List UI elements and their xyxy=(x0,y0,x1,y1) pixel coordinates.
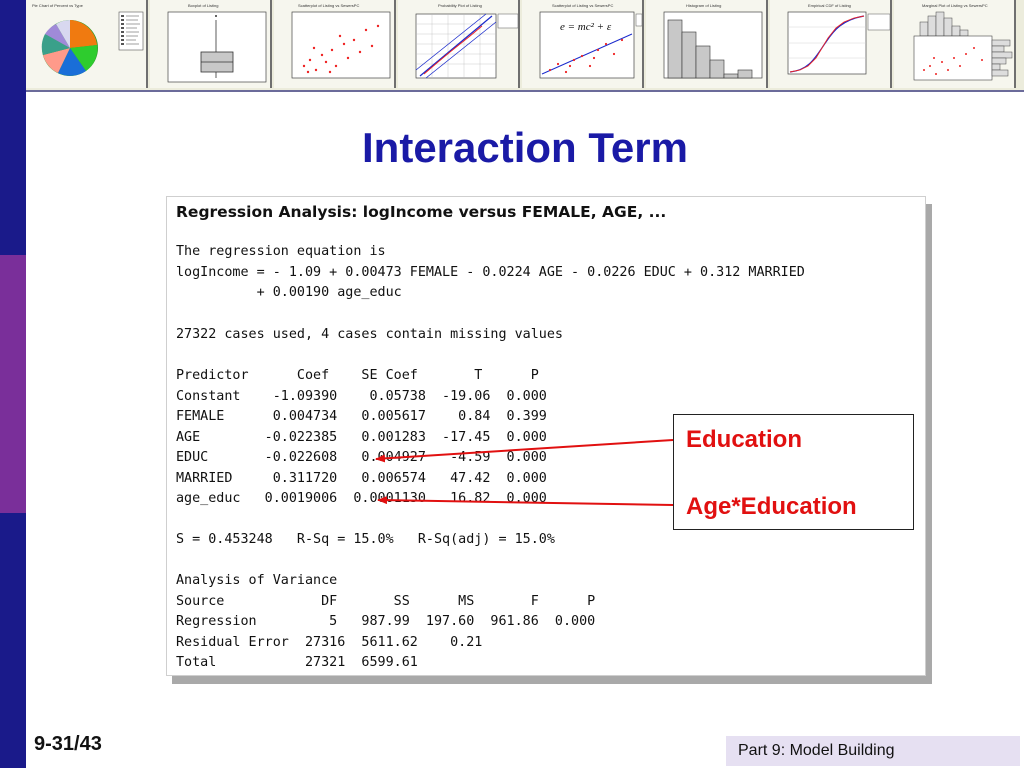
page-number: 9-31/43 xyxy=(34,733,102,755)
age-education-arrow xyxy=(377,496,674,506)
part-label: Part 9: Model Building xyxy=(726,736,1020,766)
education-arrow xyxy=(375,439,674,463)
annotation-arrows xyxy=(375,439,674,506)
